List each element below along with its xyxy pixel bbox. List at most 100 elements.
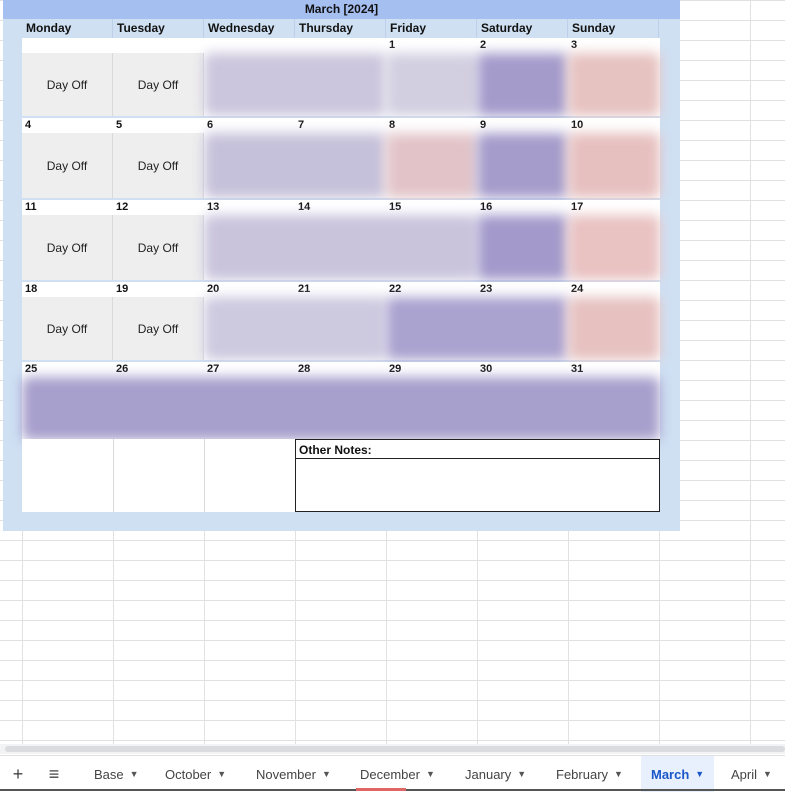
day-header-tuesday: Tuesday [113,19,204,38]
sheet-tab-label: November [256,766,316,782]
date-cell[interactable] [204,38,295,53]
date-row: 4 5 6 7 8 9 10 [22,118,660,133]
week-5: 25 26 27 28 29 30 31 [22,362,660,440]
day-header-saturday: Saturday [477,19,568,38]
sheet-tab-december[interactable]: December ▼ [350,756,445,792]
horizontal-scrollbar[interactable] [0,744,785,754]
scrollbar-thumb[interactable] [5,746,785,752]
chevron-down-icon[interactable]: ▼ [426,769,435,779]
redacted-block [386,133,477,198]
date-cell[interactable]: 7 [295,118,386,133]
day-off-cell[interactable]: Day Off [22,215,113,280]
date-cell[interactable]: 10 [568,118,659,133]
sheet-tab-march[interactable]: March ▼ [641,756,715,792]
redacted-block [204,215,477,280]
date-cell[interactable]: 3 [568,38,659,53]
sheet-tab-label: March [651,766,690,782]
date-cell[interactable]: 28 [295,362,386,377]
day-header-friday: Friday [386,19,477,38]
day-off-cell[interactable]: Day Off [113,297,204,360]
redacted-block [568,297,660,360]
date-cell[interactable]: 1 [386,38,477,53]
date-cell[interactable] [22,38,113,53]
sheet-tab-january[interactable]: January ▼ [455,756,536,792]
day-header-thursday: Thursday [295,19,386,38]
hamburger-icon[interactable]: ≡ [39,756,69,792]
sheet-tab-february[interactable]: February ▼ [546,756,633,792]
day-off-cell[interactable]: Day Off [22,297,113,360]
redacted-block [386,53,477,116]
date-cell[interactable]: 4 [22,118,113,133]
day-off-cell[interactable]: Day Off [113,133,204,198]
date-cell[interactable]: 13 [204,200,295,215]
content-row [22,377,660,440]
sheet-tab-label: December [360,766,420,782]
week-1: 1 2 3 Day Off Day Off [22,38,660,116]
date-cell[interactable]: 21 [295,282,386,297]
date-cell[interactable]: 22 [386,282,477,297]
sheet-tab-november[interactable]: November ▼ [246,756,341,792]
date-cell[interactable]: 20 [204,282,295,297]
day-off-cell[interactable]: Day Off [22,133,113,198]
date-cell[interactable]: 30 [477,362,568,377]
chevron-down-icon[interactable]: ▼ [130,769,139,779]
day-header-monday: Monday [22,19,113,38]
date-cell[interactable]: 11 [22,200,113,215]
date-row: 1 2 3 [22,38,660,53]
column-divider [113,439,114,512]
date-cell[interactable]: 29 [386,362,477,377]
redacted-block [204,297,386,360]
day-off-cell[interactable]: Day Off [113,53,204,116]
redacted-block [22,377,660,440]
date-cell[interactable]: 5 [113,118,204,133]
date-row: 18 19 20 21 22 23 24 [22,282,660,297]
date-cell[interactable]: 27 [204,362,295,377]
date-cell[interactable]: 24 [568,282,659,297]
calendar-block: March [2024] Monday Tuesday Wednesday Th… [3,0,680,531]
chevron-down-icon[interactable]: ▼ [322,769,331,779]
sheet-tab-october[interactable]: October ▼ [155,756,236,792]
date-cell[interactable]: 6 [204,118,295,133]
date-cell[interactable]: 8 [386,118,477,133]
day-header-sunday: Sunday [568,19,659,38]
date-cell[interactable]: 2 [477,38,568,53]
date-cell[interactable]: 15 [386,200,477,215]
other-notes-label: Other Notes: [295,439,660,459]
date-cell[interactable]: 12 [113,200,204,215]
date-cell[interactable]: 17 [568,200,659,215]
other-notes-box[interactable] [295,458,660,512]
date-cell[interactable]: 9 [477,118,568,133]
redacted-block [477,53,568,116]
sheet-tab-base[interactable]: Base ▼ [84,756,149,792]
redacted-block [477,133,568,198]
date-cell[interactable]: 16 [477,200,568,215]
redacted-block [568,133,660,198]
date-cell[interactable] [295,38,386,53]
day-off-cell[interactable]: Day Off [113,215,204,280]
chevron-down-icon[interactable]: ▼ [763,769,772,779]
notes-area: Other Notes: [22,439,660,512]
redacted-block [568,53,660,116]
date-row: 11 12 13 14 15 16 17 [22,200,660,215]
chevron-down-icon[interactable]: ▼ [614,769,623,779]
week-4: 18 19 20 21 22 23 24 Day Off Day Off [22,282,660,360]
chevron-down-icon[interactable]: ▼ [517,769,526,779]
calendar-title: March [2024] [3,0,680,19]
date-cell[interactable] [113,38,204,53]
sheet-tab-april[interactable]: April ▼ [721,756,782,792]
content-row: Day Off Day Off [22,215,660,280]
date-cell[interactable]: 18 [22,282,113,297]
date-cell[interactable]: 14 [295,200,386,215]
plus-icon[interactable]: + [3,756,33,792]
date-cell[interactable]: 26 [113,362,204,377]
date-cell[interactable]: 31 [568,362,659,377]
date-cell[interactable]: 23 [477,282,568,297]
date-cell[interactable]: 25 [22,362,113,377]
chevron-down-icon[interactable]: ▼ [695,769,704,779]
sheet-tab-label: April [731,766,758,782]
chevron-down-icon[interactable]: ▼ [217,769,226,779]
day-header-wednesday: Wednesday [204,19,295,38]
day-header-row: Monday Tuesday Wednesday Thursday Friday… [22,19,660,38]
day-off-cell[interactable]: Day Off [22,53,113,116]
date-cell[interactable]: 19 [113,282,204,297]
